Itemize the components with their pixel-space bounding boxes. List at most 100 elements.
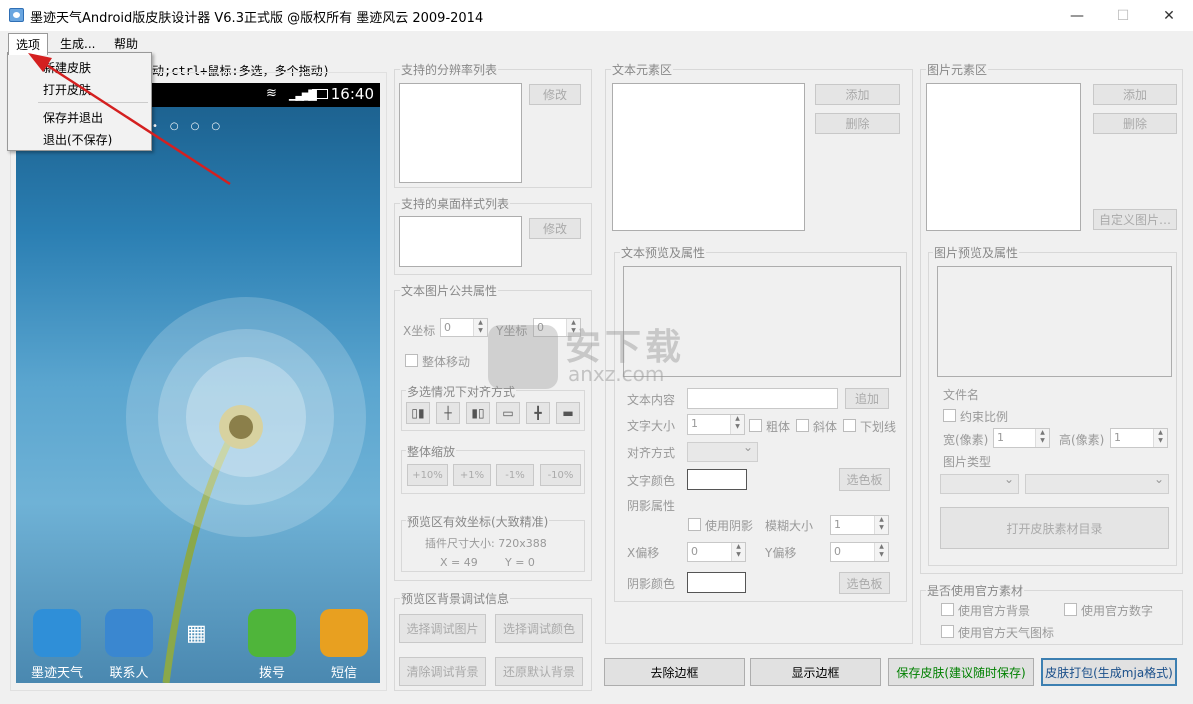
use-shadow-label: 使用阴影 [705, 519, 754, 533]
scale-plus1-button[interactable]: +1% [453, 464, 491, 486]
keep-ratio-label: 约束比例 [960, 410, 1009, 424]
use-shadow-checkbox[interactable] [688, 518, 701, 531]
image-add-button[interactable]: 添加 [1093, 84, 1177, 105]
scale-minus10-button[interactable]: -10% [540, 464, 581, 486]
official-bg-checkbox[interactable] [941, 603, 954, 616]
official-weather-icon-label: 使用官方天气图标 [958, 626, 1055, 640]
dock-label: 联系人 [109, 666, 149, 681]
resolution-list[interactable] [399, 83, 522, 183]
scale-minus1-button[interactable]: -1% [496, 464, 534, 486]
xoffset-stepper[interactable]: 0 [687, 542, 746, 562]
scale-plus10-button[interactable]: +10% [407, 464, 448, 486]
app-grid-icon[interactable]: ▦ [186, 621, 207, 646]
align-hcenter-icon[interactable]: ┼ [436, 402, 460, 424]
height-stepper[interactable]: 1 [1110, 428, 1168, 448]
close-button[interactable]: ✕ [1146, 0, 1192, 31]
shadow-palette-button[interactable]: 选色板 [839, 572, 890, 594]
desktop-style-list[interactable] [399, 216, 522, 267]
wifi-icon: ≋ [266, 86, 277, 101]
image-elements-title: 图片元素区 [926, 61, 989, 78]
moji-weather-icon[interactable] [33, 609, 81, 657]
shadow-title: 阴影属性 [627, 499, 676, 513]
save-skin-button[interactable]: 保存皮肤(建议随时保存) [888, 658, 1034, 686]
scale-title: 整体缩放 [406, 443, 457, 460]
image-elements-list[interactable] [926, 83, 1081, 231]
content-label: 文本内容 [627, 393, 676, 407]
height-label: 高(像素) [1059, 433, 1105, 447]
align-bottom-icon[interactable]: ▮▯ [466, 402, 490, 424]
image-type-label: 图片类型 [943, 455, 992, 469]
underline-label: 下划线 [860, 420, 897, 434]
show-border-button[interactable]: 显示边框 [750, 658, 881, 686]
x-coord: X = 49 [440, 556, 478, 569]
image-delete-button[interactable]: 删除 [1093, 113, 1177, 134]
remove-border-button[interactable]: 去除边框 [604, 658, 745, 686]
image-subtype-select[interactable] [1025, 472, 1169, 494]
desktop-style-modify-button[interactable]: 修改 [529, 218, 581, 239]
x-stepper[interactable]: 0 [440, 318, 488, 337]
official-bg-label: 使用官方背景 [958, 604, 1031, 618]
align-top-icon[interactable]: ▭ [496, 402, 520, 424]
italic-checkbox[interactable] [796, 419, 809, 432]
choose-debug-color-button[interactable]: 选择调试颜色 [495, 614, 583, 643]
y-coord: Y = 0 [505, 556, 535, 569]
align-left-icon[interactable]: ▯▮ [406, 402, 430, 424]
desktop-style-title: 支持的桌面样式列表 [400, 195, 511, 212]
official-title: 是否使用官方素材 [926, 582, 1025, 599]
text-add-button[interactable]: 添加 [815, 84, 900, 105]
watermark-sub: anxz.com [568, 362, 665, 386]
move-all-label: 整体移动 [422, 355, 471, 369]
dock-label: 短信 [330, 666, 357, 681]
open-material-dir-button[interactable]: 打开皮肤素材目录 [940, 507, 1169, 549]
align-select[interactable] [687, 440, 758, 462]
choose-debug-image-button[interactable]: 选择调试图片 [399, 614, 486, 643]
clear-debug-bg-button[interactable]: 清除调试背景 [399, 657, 486, 686]
dock-label: 墨迹天气 [30, 666, 83, 681]
minimize-button[interactable]: — [1054, 0, 1100, 31]
align-vcenter-icon[interactable]: ╋ [526, 402, 550, 424]
official-weather-icon-checkbox[interactable] [941, 625, 954, 638]
plugin-size: 插件尺寸大小: 720x388 [425, 537, 547, 550]
shadow-color-label: 阴影颜色 [627, 577, 676, 591]
restore-default-bg-button[interactable]: 还原默认背景 [495, 657, 583, 686]
keep-ratio-checkbox[interactable] [943, 409, 956, 422]
image-type-select[interactable] [940, 472, 1019, 494]
align-label: 对齐方式 [627, 446, 676, 460]
official-digits-label: 使用官方数字 [1081, 604, 1154, 618]
text-color-label: 文字颜色 [627, 474, 676, 488]
width-stepper[interactable]: 1 [993, 428, 1050, 448]
official-digits-checkbox[interactable] [1064, 603, 1077, 616]
contacts-icon[interactable] [105, 609, 153, 657]
xoffset-label: X偏移 [627, 546, 660, 560]
coord-title: 预览区有效坐标(大致精准) [406, 513, 550, 530]
underline-checkbox[interactable] [843, 419, 856, 432]
signal-icon: ▁▃▅▇ [289, 88, 317, 101]
content-input[interactable] [687, 388, 838, 409]
width-label: 宽(像素) [943, 433, 989, 447]
move-all-checkbox[interactable] [405, 354, 418, 367]
text-color-swatch[interactable] [687, 469, 747, 490]
text-elements-title: 文本元素区 [611, 61, 674, 78]
custom-image-button[interactable]: 自定义图片… [1093, 209, 1177, 230]
text-elements-list[interactable] [612, 83, 805, 231]
size-label: 文字大小 [627, 419, 676, 433]
resolution-title: 支持的分辨率列表 [400, 61, 499, 78]
text-delete-button[interactable]: 删除 [815, 113, 900, 134]
italic-label: 斜体 [813, 420, 838, 434]
maximize-button[interactable]: ☐ [1100, 0, 1146, 31]
watermark-logo [488, 325, 558, 389]
phone-icon[interactable] [248, 609, 296, 657]
bold-checkbox[interactable] [749, 419, 762, 432]
align-right-icon[interactable]: ▬ [556, 402, 580, 424]
blur-stepper[interactable]: 1 [830, 515, 889, 535]
pack-skin-button[interactable]: 皮肤打包(生成mja格式) [1041, 658, 1177, 686]
image-preview-box [937, 266, 1172, 377]
resolution-modify-button[interactable]: 修改 [529, 84, 581, 105]
content-append-button[interactable]: 追加 [845, 388, 889, 409]
yoffset-stepper[interactable]: 0 [830, 542, 889, 562]
yoffset-label: Y偏移 [765, 546, 797, 560]
sms-icon[interactable] [320, 609, 368, 657]
size-stepper[interactable]: 1 [687, 414, 745, 435]
text-palette-button[interactable]: 选色板 [839, 468, 890, 491]
shadow-color-swatch[interactable] [687, 572, 746, 593]
